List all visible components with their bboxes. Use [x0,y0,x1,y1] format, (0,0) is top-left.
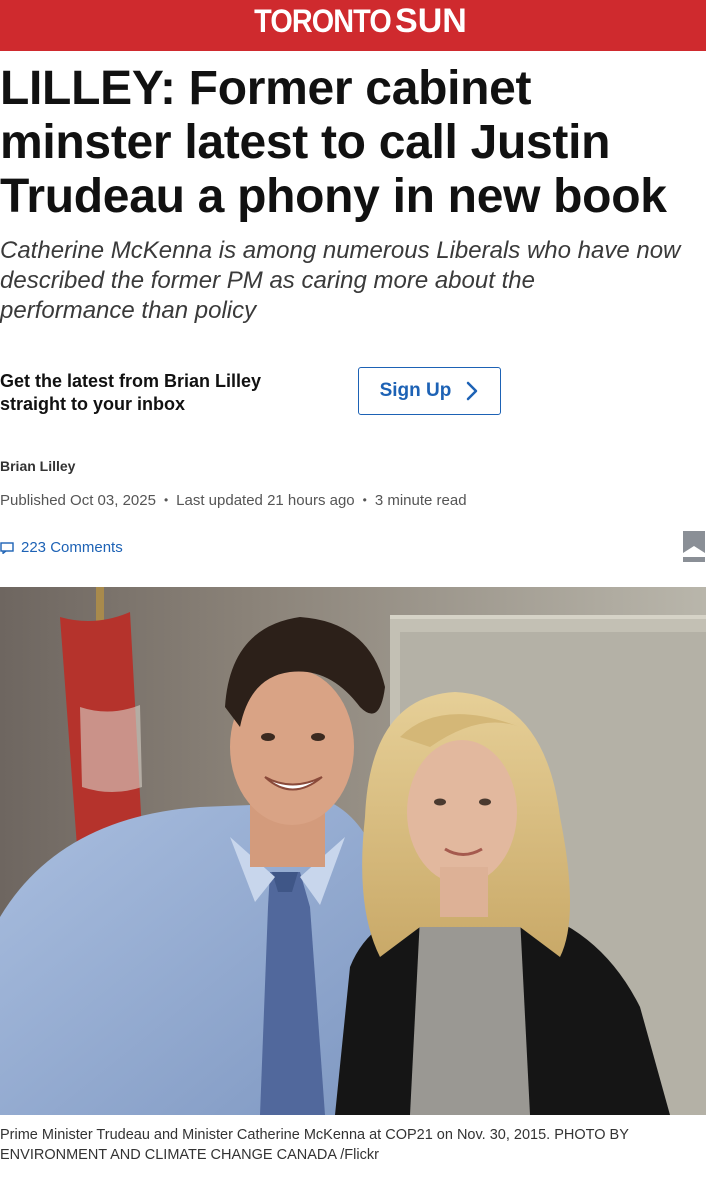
article-page: TORONTO SUN LILLEY: Former cabinet minst… [0,0,706,1183]
article-meta: Published Oct 03, 2025 • Last updated 21 h… [0,492,467,509]
caption-line: ENVIRONMENT AND CLIMATE CHANGE CANADA /F… [0,1147,379,1163]
newsletter-prompt-line: Get the latest from Brian Lilley [0,371,262,391]
read-time: 3 minute read [374,492,467,509]
article-headline: LILLEY: Former cabinet minster latest to… [0,62,706,224]
author-name[interactable]: Brian Lilley [0,458,75,474]
published-date: Published Oct 03, 2025 [0,492,156,509]
meta-separator: • [362,493,367,507]
headline-line: Trudeau a phony in new book [0,170,667,223]
meta-separator: • [163,493,169,507]
newsletter-prompt: Get the latest from Brian Lilley straigh… [0,370,261,416]
comments-link[interactable]: 223 Comments [0,539,123,556]
caption-line: Prime Minister Trudeau and Minister Cath… [0,1127,629,1143]
logo-word-sun: SUN [395,2,467,40]
headline-line: LILLEY: Former cabinet [0,62,532,115]
toronto-sun-logo[interactable]: TORONTO SUN [239,2,467,41]
masthead: TORONTO SUN [0,0,706,51]
headline-line: minster latest to call Justin [0,116,611,169]
newsletter-prompt-line: straight to your inbox [0,394,186,414]
deck-line: Catherine McKenna is among numerous Libe… [0,237,681,264]
article-photo[interactable] [0,587,706,1115]
comment-icon [0,541,14,554]
photo-trudeau-mckenna [0,587,706,1115]
chevron-right-icon [467,381,478,401]
comments-count: 223 Comments [21,539,123,556]
article-deck: Catherine McKenna is among numerous Libe… [0,236,706,326]
photo-caption: Prime Minister Trudeau and Minister Cath… [0,1125,706,1165]
last-updated: Last updated 21 hours ago [176,492,355,509]
deck-line: described the former PM as caring more a… [0,267,535,294]
bookmark-icon[interactable] [682,529,706,563]
newsletter-signup: Get the latest from Brian Lilley straigh… [0,367,706,417]
logo-word-toronto: TORONTO [254,3,392,39]
deck-line: performance than policy [0,297,257,324]
sign-up-label: Sign Up [379,380,452,401]
sign-up-button[interactable]: Sign Up [358,367,501,415]
